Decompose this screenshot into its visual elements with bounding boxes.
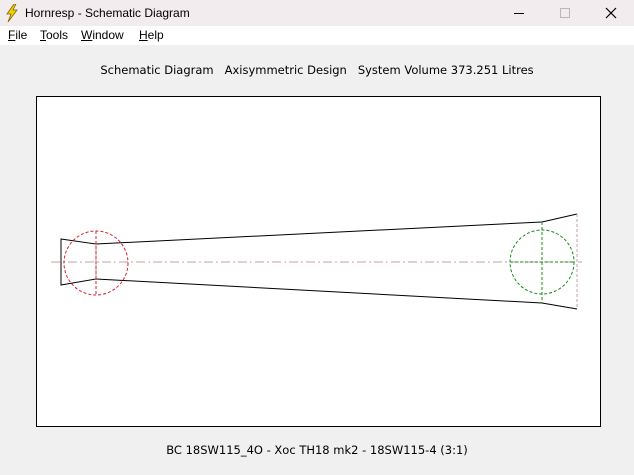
- maximize-icon: [560, 8, 570, 18]
- schematic-drawing: [51, 213, 582, 310]
- lightning-bolt-icon: [6, 4, 18, 22]
- menu-tools[interactable]: Tools: [40, 28, 68, 42]
- horn-bottom-wall: [95, 278, 543, 304]
- schematic-canvas: [36, 96, 601, 427]
- minimize-icon: [514, 13, 524, 14]
- menu-help[interactable]: Help: [139, 28, 164, 42]
- mouth-flare-top: [541, 213, 578, 223]
- close-button[interactable]: [588, 0, 634, 26]
- menu-window[interactable]: Window: [81, 28, 124, 42]
- close-icon: [605, 7, 617, 19]
- mouth-flare-bottom: [541, 302, 578, 310]
- horn-top-wall: [95, 221, 543, 245]
- menu-file[interactable]: File: [8, 28, 27, 42]
- menu-bar: File Tools Window Help: [0, 26, 634, 45]
- minimize-button[interactable]: [496, 0, 542, 26]
- diagram-heading: Schematic Diagram Axisymmetric Design Sy…: [100, 63, 534, 77]
- maximize-button[interactable]: [542, 0, 588, 26]
- title-bar: Hornresp - Schematic Diagram: [0, 0, 634, 26]
- window-title: Hornresp - Schematic Diagram: [25, 6, 190, 20]
- diagram-caption: BC 18SW115_4O - Xoc TH18 mk2 - 18SW115-4…: [166, 443, 468, 457]
